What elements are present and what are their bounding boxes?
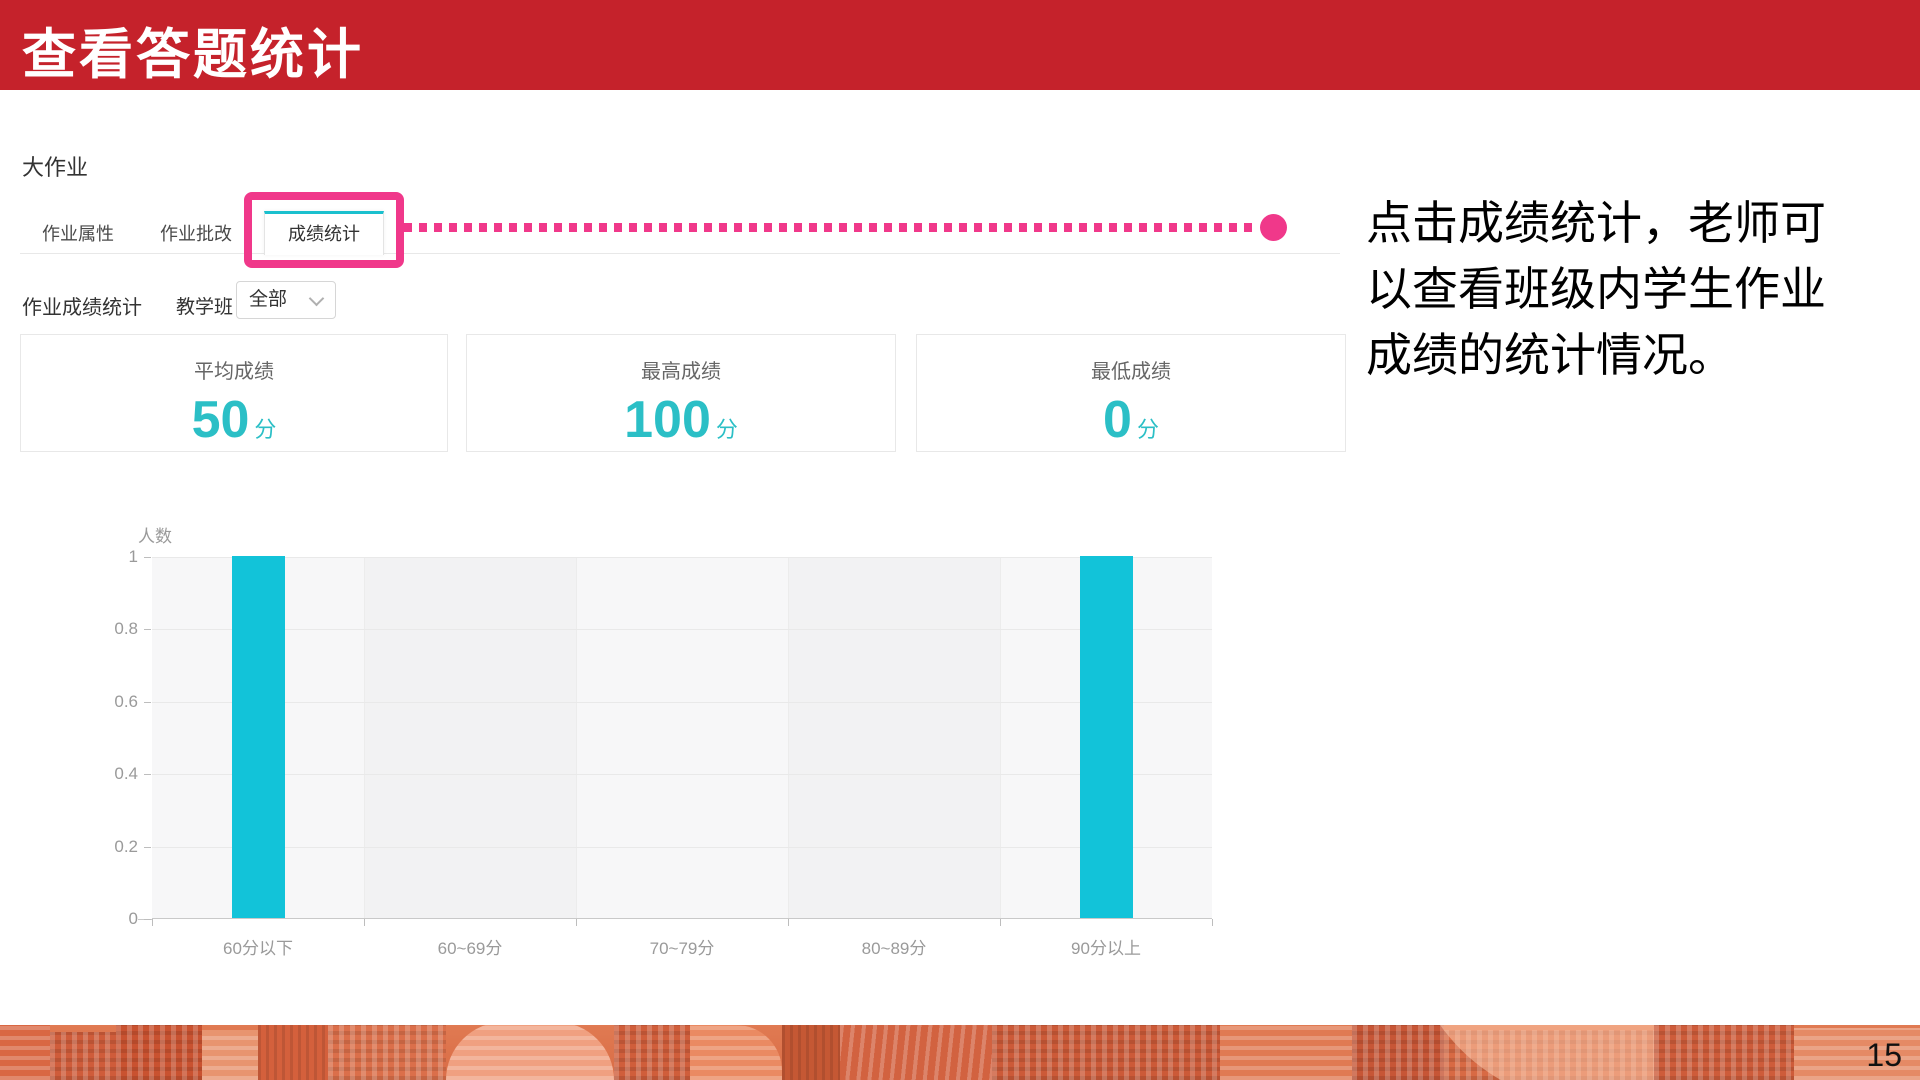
building-shape (202, 1030, 258, 1080)
annotation-text: 点击成绩统计，老师可 以查看班级内学生作业 成绩的统计情况。 (1366, 190, 1896, 388)
annotation-dot (1260, 214, 1287, 241)
chart-x-tick (1212, 919, 1213, 926)
y-tick-label: 0.8 (98, 619, 138, 639)
chart-y-tick (144, 557, 151, 558)
building-shape (1220, 1025, 1352, 1080)
average-score-card: 平均成绩 50分 (20, 334, 448, 452)
building-shape (1352, 1025, 1444, 1080)
chart-horizontal-gridline (152, 774, 1212, 775)
tab-grade-statistics[interactable]: 成绩统计 (264, 211, 384, 255)
average-score-label: 平均成绩 (21, 355, 447, 384)
building-shape (116, 1025, 202, 1080)
x-category-label: 80~89分 (814, 934, 974, 959)
y-tick-label: 0.2 (98, 837, 138, 857)
building-shape (328, 1025, 446, 1080)
slide-header: 查看答题统计 (0, 0, 1920, 90)
chart-horizontal-gridline (152, 629, 1212, 630)
chart-y-tick (144, 774, 151, 775)
teaching-class-dropdown-value: 全部 (249, 282, 287, 318)
building-shape (614, 1025, 690, 1080)
chart-x-tick (152, 919, 153, 926)
lowest-score-card: 最低成绩 0分 (916, 334, 1346, 452)
average-score-value: 50分 (21, 390, 447, 450)
y-tick-label: 0 (98, 909, 138, 929)
chart-y-axis-label: 人数 (138, 522, 172, 547)
building-shape (0, 1025, 50, 1080)
chart-x-tick (364, 919, 365, 926)
building-shape (782, 1025, 840, 1080)
footer-cityscape (0, 1025, 1920, 1080)
building-shape (840, 1025, 992, 1080)
annotation-line-1: 点击成绩统计，老师可 (1366, 190, 1896, 256)
chart-x-tick (788, 919, 789, 926)
x-category-label: 60分以下 (178, 934, 338, 959)
tab-assignment-grading[interactable]: 作业批改 (160, 220, 232, 246)
building-shape (992, 1025, 1220, 1080)
tab-assignment-properties[interactable]: 作业属性 (42, 220, 114, 246)
tab-grade-statistics-label: 成绩统计 (288, 224, 360, 244)
y-tick-label: 1 (98, 547, 138, 567)
lowest-score-label: 最低成绩 (917, 355, 1345, 384)
building-shape (1654, 1025, 1794, 1080)
grade-statistics-title: 作业成绩统计 (22, 291, 142, 320)
chart-vertical-gridline (364, 557, 365, 918)
chart-y-tick (144, 629, 151, 630)
lowest-score-value: 0分 (917, 390, 1345, 450)
y-tick-label: 0.6 (98, 692, 138, 712)
chart-vertical-gridline (1000, 557, 1001, 918)
building-shape (446, 1025, 614, 1080)
chart-bar (1080, 556, 1133, 918)
x-category-label: 90分以上 (1026, 934, 1186, 959)
teaching-class-label: 教学班 (176, 292, 233, 319)
chart-bar (232, 556, 285, 918)
x-category-label: 60~69分 (390, 934, 550, 959)
chart-y-tick (144, 847, 151, 848)
chevron-down-icon (309, 291, 325, 307)
chart-band (364, 557, 576, 918)
annotation-line-3: 成绩的统计情况。 (1366, 322, 1896, 388)
highest-score-card: 最高成绩 100分 (466, 334, 896, 452)
building-shape (690, 1025, 782, 1080)
slide-title: 查看答题统计 (22, 10, 364, 89)
chart-band (576, 557, 788, 918)
highest-score-value: 100分 (467, 390, 895, 450)
chart-horizontal-gridline (152, 702, 1212, 703)
score-distribution-chart: 人数 0 0.2 0.4 0.6 0.8 1 60分以下 60~69分 70~79分 80~89分… (0, 520, 1340, 960)
annotation-line-2: 以查看班级内学生作业 (1366, 256, 1896, 322)
teaching-class-dropdown[interactable]: 全部 (236, 281, 336, 319)
x-category-label: 70~79分 (602, 934, 762, 959)
chart-y-tick (144, 919, 151, 920)
chart-y-tick (144, 702, 151, 703)
chart-plot (152, 557, 1212, 919)
chart-vertical-gridline (576, 557, 577, 918)
chart-x-tick (1000, 919, 1001, 926)
y-tick-label: 0.4 (98, 764, 138, 784)
building-shape (258, 1025, 328, 1080)
chart-x-tick (576, 919, 577, 926)
assignment-section-label: 大作业 (22, 150, 88, 182)
building-shape (50, 1032, 116, 1080)
chart-horizontal-gridline (152, 847, 1212, 848)
chart-horizontal-gridline (152, 557, 1212, 558)
highest-score-label: 最高成绩 (467, 355, 895, 384)
chart-band (788, 557, 1000, 918)
annotation-connector-line (404, 223, 1254, 232)
chart-vertical-gridline (788, 557, 789, 918)
page-number: 15 (1866, 1037, 1902, 1074)
